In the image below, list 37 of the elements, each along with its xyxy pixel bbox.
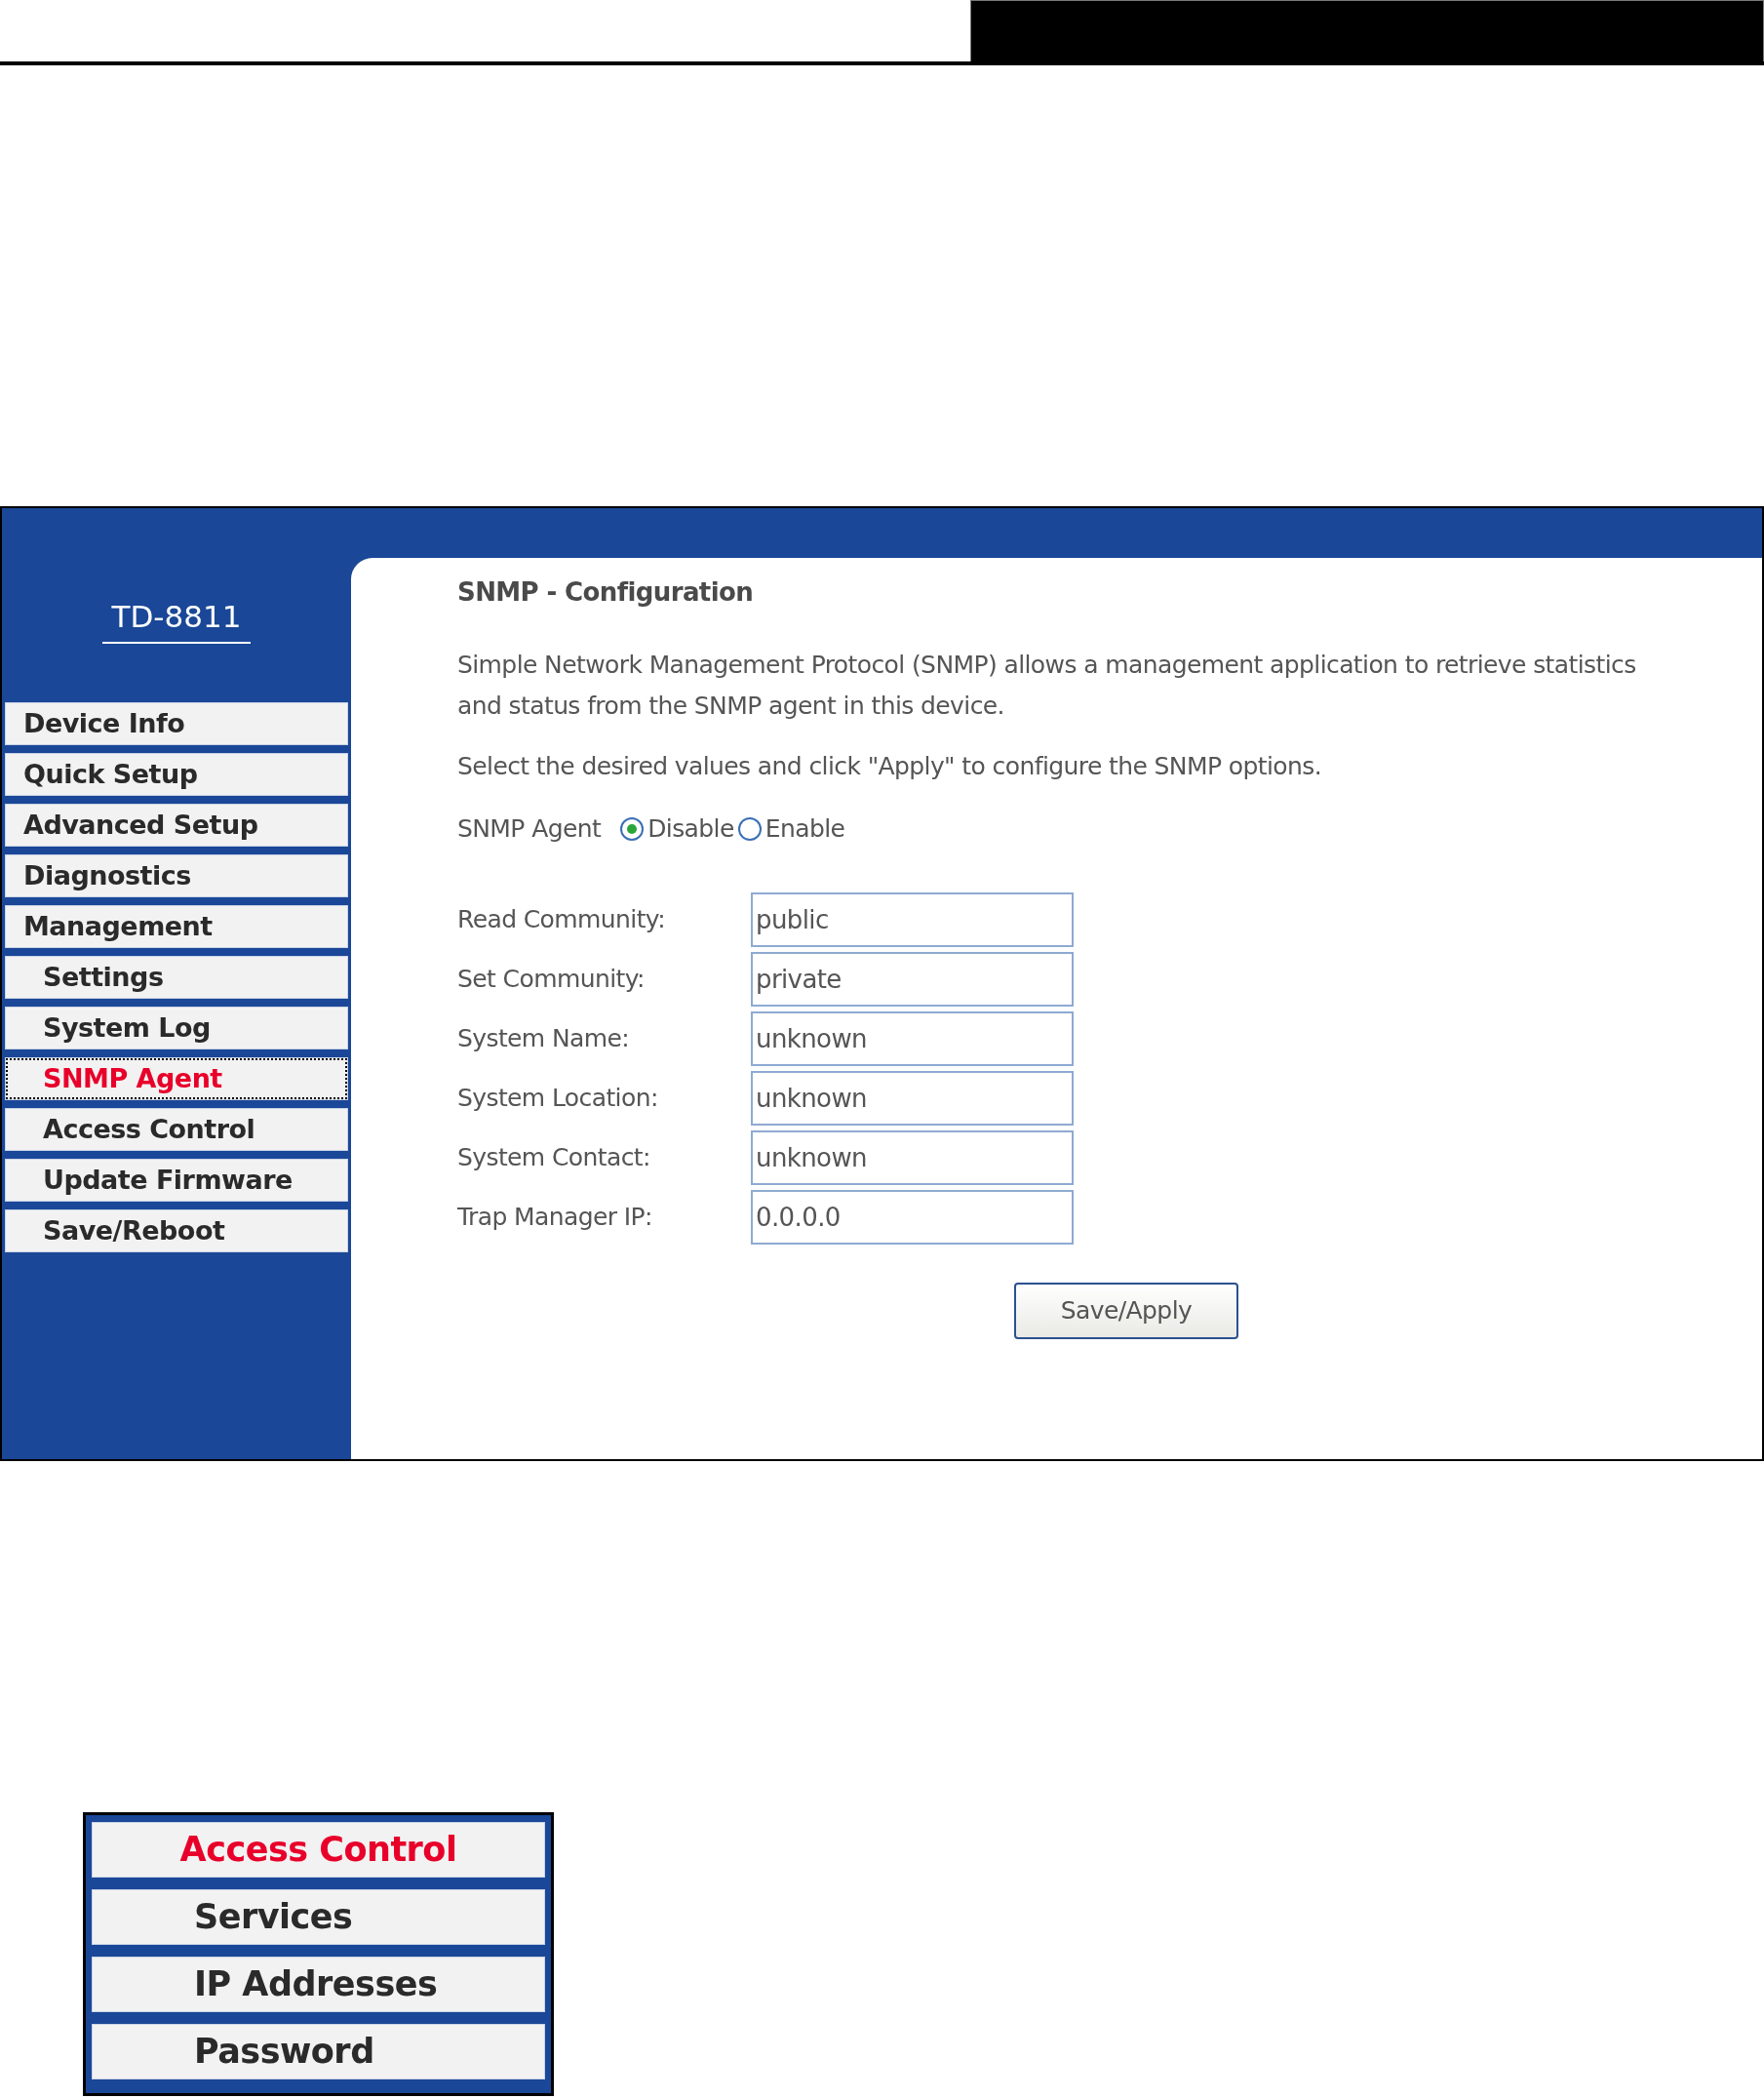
save-apply-button[interactable]: Save/Apply: [1014, 1282, 1238, 1339]
radio-label: Enable: [764, 813, 845, 845]
field-label: Trap Manager IP:: [457, 1202, 653, 1234]
field-label: SNMP Agent: [457, 813, 602, 845]
input-field[interactable]: public: [751, 892, 1074, 947]
radio-button[interactable]: [737, 816, 762, 841]
description-text: Simple Network Management Protocol (SNMP) allows a management application to retrieve statistics and status from the SNMP agent in this device.: [457, 650, 1637, 722]
submenu-item[interactable]: Services: [92, 1889, 545, 1945]
sidebar-item[interactable]: Device Info: [5, 701, 348, 745]
field-label: Read Community:: [457, 904, 667, 936]
sidebar-item[interactable]: Management: [5, 904, 348, 948]
page-title: SNMP - Configuration: [457, 576, 755, 609]
input-field[interactable]: 0.0.0.0: [751, 1190, 1074, 1245]
instruction-text: Select the desired values and click "Apply" to configure the SNMP options.: [457, 751, 1322, 782]
sidebar-item[interactable]: Access Control: [5, 1107, 348, 1151]
submenu-item[interactable]: Access Control: [92, 1822, 545, 1878]
input-field[interactable]: unknown: [751, 1130, 1074, 1185]
sidebar-item[interactable]: Advanced Setup: [5, 803, 348, 847]
field-label: System Location:: [457, 1083, 659, 1115]
field-label: System Name:: [457, 1023, 631, 1055]
radio-label: Disable: [647, 813, 734, 845]
radio-button[interactable]: [620, 816, 645, 841]
input-field[interactable]: unknown: [751, 1071, 1074, 1126]
sidebar-item[interactable]: System Log: [5, 1006, 348, 1049]
field-label: Set Community:: [457, 964, 646, 996]
sidebar-item[interactable]: Update Firmware: [5, 1158, 348, 1202]
model-logo: TD-8811: [101, 594, 252, 644]
sidebar-item[interactable]: Diagnostics: [5, 853, 348, 897]
submenu-item[interactable]: Password: [92, 2024, 545, 2079]
submenu-item[interactable]: IP Addresses: [92, 1957, 545, 2012]
field-label: System Contact:: [457, 1142, 651, 1174]
sidebar-item[interactable]: Quick Setup: [5, 752, 348, 796]
input-field[interactable]: private: [751, 952, 1074, 1007]
sidebar-item[interactable]: Save/Reboot: [5, 1208, 348, 1252]
sidebar-item[interactable]: SNMP Agent: [5, 1056, 348, 1100]
input-field[interactable]: unknown: [751, 1011, 1074, 1066]
sidebar-item[interactable]: Settings: [5, 955, 348, 999]
